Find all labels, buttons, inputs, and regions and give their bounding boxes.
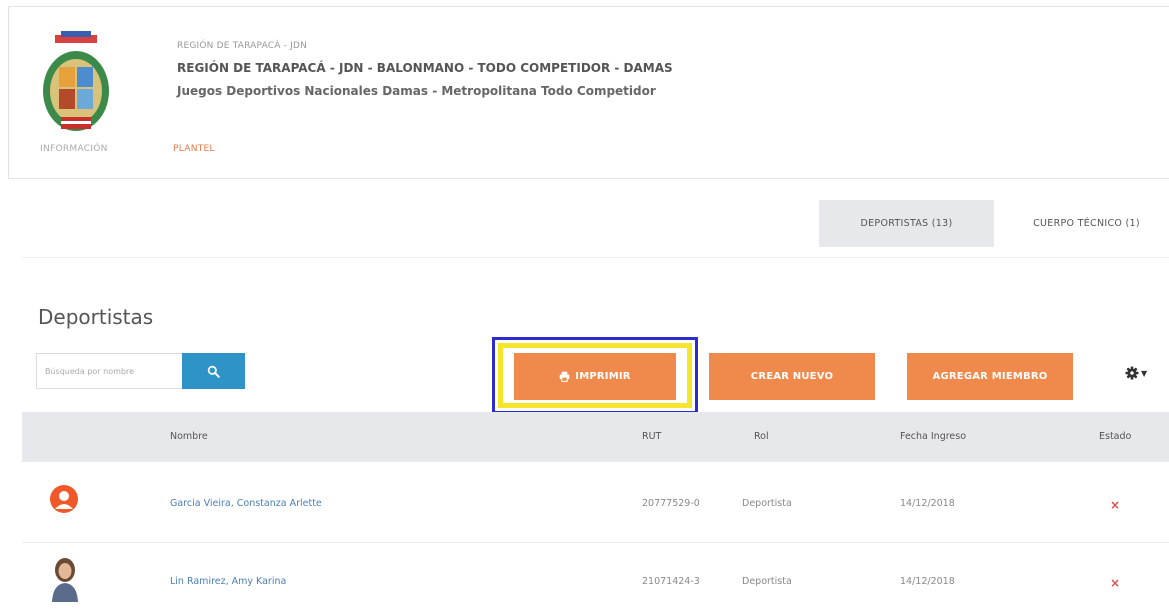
table-header: Nombre RUT Rol Fecha Ingreso Estado	[22, 412, 1169, 462]
column-header-rut[interactable]: RUT	[642, 431, 661, 442]
default-avatar-icon	[50, 485, 78, 513]
settings-dropdown[interactable]: ▼	[1125, 366, 1147, 380]
member-rol: Deportista	[742, 576, 792, 587]
column-header-fecha-ingreso[interactable]: Fecha Ingreso	[900, 431, 966, 442]
column-header-rol[interactable]: Rol	[754, 431, 769, 442]
chevron-down-icon: ▼	[1141, 368, 1148, 378]
table-row: Garcia Vieira, Constanza Arlette 2077752…	[22, 463, 1169, 543]
tab-deportistas[interactable]: DEPORTISTAS (13)	[819, 200, 994, 247]
section-divider	[22, 257, 1169, 258]
column-header-nombre[interactable]: Nombre	[170, 431, 208, 442]
region-crest-logo	[43, 31, 109, 131]
printer-icon	[559, 371, 570, 382]
tab-plantel[interactable]: PLANTEL	[173, 144, 215, 154]
header-small-title: REGIÓN DE TARAPACÁ - JDN	[177, 41, 308, 51]
member-fecha-ingreso: 14/12/2018	[900, 498, 955, 509]
header-title: REGIÓN DE TARAPACÁ - JDN - BALONMANO - T…	[177, 61, 673, 75]
member-name-link[interactable]: Garcia Vieira, Constanza Arlette	[170, 498, 322, 509]
search-icon	[207, 365, 220, 378]
create-new-button[interactable]: CREAR NUEVO	[709, 353, 875, 400]
column-header-estado[interactable]: Estado	[1099, 431, 1131, 442]
member-photo-avatar	[52, 558, 78, 602]
search-input[interactable]	[36, 353, 182, 389]
member-fecha-ingreso: 14/12/2018	[900, 576, 955, 587]
table-row: Lin Ramirez, Amy Karina 21071424-3 Depor…	[22, 544, 1169, 615]
team-header-card: REGIÓN DE TARAPACÁ - JDN REGIÓN DE TARAP…	[8, 6, 1169, 179]
section-title: Deportistas	[38, 305, 154, 329]
status-inactive-icon[interactable]: ×	[1110, 576, 1120, 590]
member-rut: 20777529-0	[642, 498, 700, 509]
print-button[interactable]: IMPRIMIR	[514, 353, 676, 400]
tab-informacion[interactable]: INFORMACIÓN	[40, 144, 108, 154]
print-button-label: IMPRIMIR	[575, 371, 631, 382]
member-rut: 21071424-3	[642, 576, 700, 587]
member-name-link[interactable]: Lin Ramirez, Amy Karina	[170, 576, 286, 587]
search-button[interactable]	[182, 353, 245, 389]
status-inactive-icon[interactable]: ×	[1110, 498, 1120, 512]
gear-icon	[1125, 366, 1139, 380]
add-member-button[interactable]: AGREGAR MIEMBRO	[907, 353, 1073, 400]
header-subtitle: Juegos Deportivos Nacionales Damas - Met…	[177, 84, 656, 98]
member-rol: Deportista	[742, 498, 792, 509]
tab-cuerpo-tecnico[interactable]: CUERPO TÉCNICO (1)	[1004, 200, 1169, 247]
